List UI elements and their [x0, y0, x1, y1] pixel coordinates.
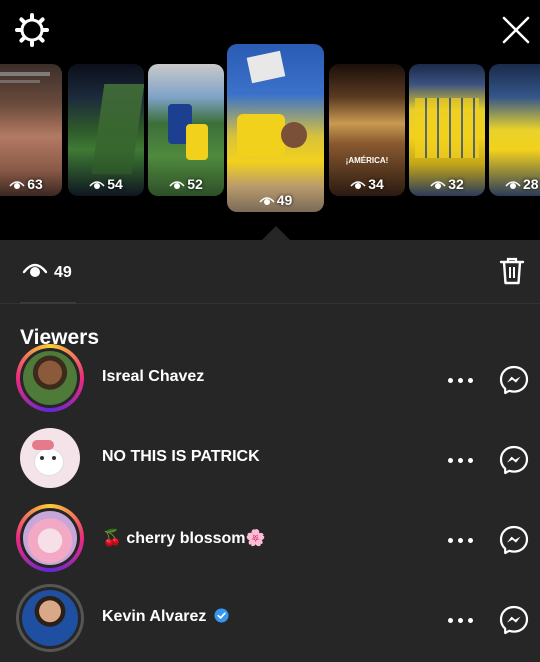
- view-count: 49: [54, 264, 72, 281]
- story-view-count: 49: [227, 192, 324, 208]
- messenger-icon[interactable]: [498, 444, 530, 476]
- story-thumb[interactable]: 63: [0, 64, 62, 196]
- story-thumb[interactable]: 52: [148, 64, 224, 196]
- stats-row: 49: [0, 240, 540, 304]
- story-view-count: 54: [68, 176, 144, 192]
- verified-badge-icon: [214, 608, 229, 623]
- story-thumb[interactable]: 32: [409, 64, 485, 196]
- viewer-row[interactable]: Kevin Alvarez: [0, 578, 540, 658]
- viewer-row[interactable]: 🍒 cherry blossom🌸: [0, 498, 540, 578]
- more-icon[interactable]: [448, 538, 474, 544]
- trash-icon[interactable]: [498, 256, 526, 286]
- gear-icon[interactable]: [14, 12, 50, 48]
- more-icon[interactable]: [448, 378, 474, 384]
- story-tray-area: 63 54 52 49 ¡AMÉRICA! 34 32 28: [0, 0, 540, 240]
- more-icon[interactable]: [448, 618, 474, 624]
- viewer-name[interactable]: NO THIS IS PATRICK: [102, 448, 260, 466]
- avatar[interactable]: [20, 508, 80, 568]
- viewer-row[interactable]: Isreal Chavez: [0, 338, 540, 418]
- messenger-icon[interactable]: [498, 524, 530, 556]
- avatar[interactable]: [20, 428, 80, 488]
- close-icon[interactable]: [496, 10, 536, 50]
- viewer-row[interactable]: NO THIS IS PATRICK: [0, 418, 540, 498]
- more-icon[interactable]: [448, 458, 474, 464]
- avatar[interactable]: [19, 587, 81, 649]
- messenger-icon[interactable]: [498, 604, 530, 636]
- story-thumb-selected[interactable]: 49: [227, 44, 324, 212]
- story-view-count: 63: [0, 176, 62, 192]
- story-thumb[interactable]: 28: [489, 64, 540, 196]
- story-view-count: 28: [505, 176, 540, 192]
- selected-story-pointer: [262, 226, 290, 240]
- viewers-sheet: 49 Viewers Isreal Chavez NO THIS IS PATR…: [0, 240, 540, 662]
- story-view-count: 34: [329, 176, 405, 192]
- viewer-name[interactable]: Kevin Alvarez: [102, 608, 229, 626]
- eye-icon[interactable]: [22, 260, 48, 280]
- messenger-icon[interactable]: [498, 364, 530, 396]
- story-view-count: 32: [409, 176, 485, 192]
- story-thumb[interactable]: 54: [68, 64, 144, 196]
- story-thumb-caption: ¡AMÉRICA!: [345, 156, 389, 165]
- tab-indicator: [20, 302, 76, 304]
- viewer-name[interactable]: Isreal Chavez: [102, 368, 204, 386]
- story-thumb[interactable]: ¡AMÉRICA! 34: [329, 64, 405, 196]
- avatar[interactable]: [20, 348, 80, 408]
- story-view-count: 52: [148, 176, 224, 192]
- viewer-name[interactable]: 🍒 cherry blossom🌸: [102, 528, 265, 548]
